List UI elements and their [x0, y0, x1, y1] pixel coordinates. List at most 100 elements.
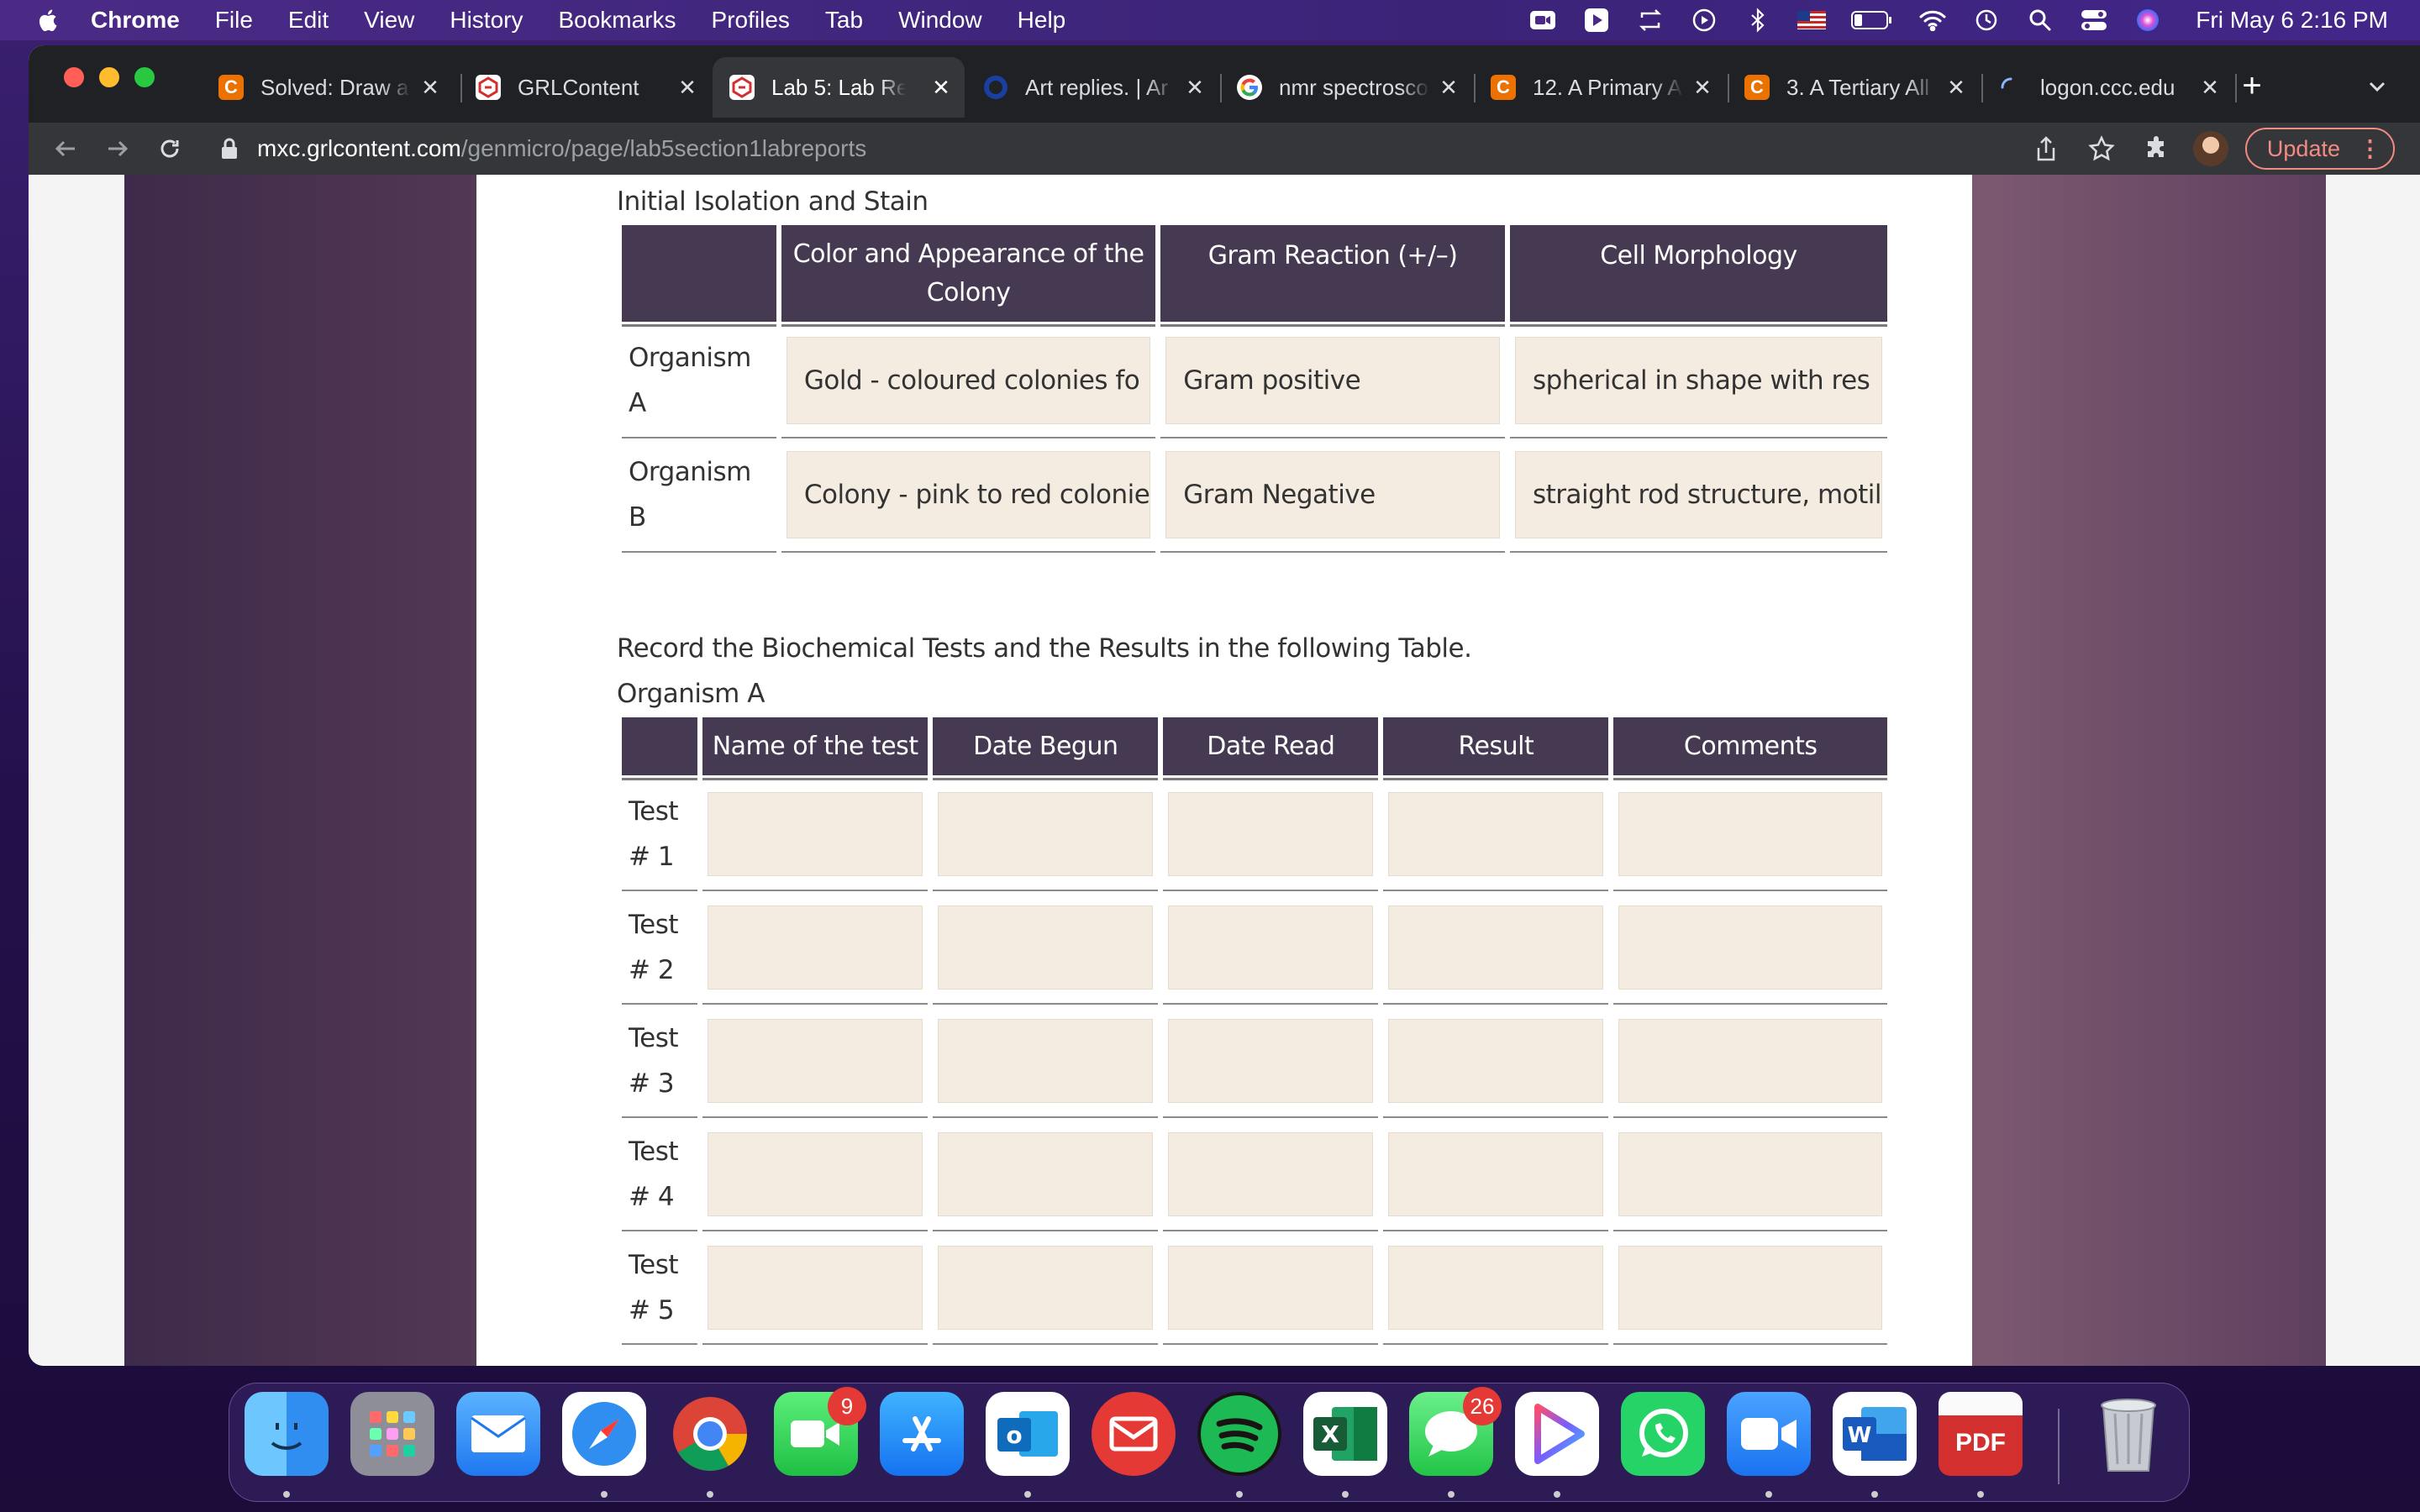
- profile-avatar[interactable]: [2192, 131, 2228, 166]
- tab-grlcontent[interactable]: GRLContent ✕: [459, 57, 711, 118]
- zoom-icon[interactable]: [1727, 1392, 1811, 1476]
- menu-window[interactable]: Window: [898, 7, 982, 34]
- close-tab-icon[interactable]: ✕: [1944, 75, 1968, 100]
- tab-search-chevron-icon[interactable]: [2365, 74, 2390, 99]
- test2-result-input[interactable]: [1388, 905, 1604, 990]
- extensions-puzzle-icon[interactable]: [2143, 134, 2171, 163]
- camera-status-icon[interactable]: [1528, 8, 1557, 32]
- apple-menu-icon[interactable]: [32, 7, 66, 34]
- battery-icon[interactable]: [1851, 8, 1893, 32]
- test4-name-input[interactable]: [708, 1131, 923, 1216]
- wifi-icon[interactable]: [1918, 8, 1947, 32]
- test1-name-input[interactable]: [708, 791, 923, 876]
- close-tab-icon[interactable]: ✕: [2198, 75, 2222, 100]
- test5-date-read-input[interactable]: [1168, 1245, 1374, 1330]
- excel-icon[interactable]: X: [1303, 1392, 1387, 1476]
- menu-profiles[interactable]: Profiles: [712, 7, 790, 34]
- launchpad-icon[interactable]: [350, 1392, 434, 1476]
- close-tab-icon[interactable]: ✕: [418, 75, 442, 100]
- test1-result-input[interactable]: [1388, 791, 1604, 876]
- minimize-window-button[interactable]: [99, 67, 119, 87]
- test4-date-read-input[interactable]: [1168, 1131, 1374, 1216]
- organism-b-gram-input[interactable]: Gram Negative: [1165, 451, 1500, 538]
- reload-button[interactable]: [155, 134, 185, 164]
- test2-date-begun-input[interactable]: [938, 905, 1154, 990]
- zoom-window-button[interactable]: [134, 67, 155, 87]
- test4-date-begun-input[interactable]: [938, 1131, 1154, 1216]
- chrome-icon[interactable]: [668, 1392, 752, 1476]
- close-tab-icon[interactable]: ✕: [1691, 75, 1714, 100]
- lock-icon[interactable]: [220, 138, 239, 160]
- close-tab-icon[interactable]: ✕: [929, 75, 953, 100]
- tab-lab5-lab-reports[interactable]: Lab 5: Lab Rep ✕: [713, 57, 965, 118]
- organism-a-gram-input[interactable]: Gram positive: [1165, 337, 1500, 424]
- menu-help[interactable]: Help: [1018, 7, 1066, 34]
- control-center-icon[interactable]: [2080, 8, 2108, 32]
- organism-b-color-input[interactable]: Colony - pink to red colonie: [786, 451, 1151, 538]
- test5-date-begun-input[interactable]: [938, 1245, 1154, 1330]
- test5-comments-input[interactable]: [1618, 1245, 1882, 1330]
- siri-icon[interactable]: [2133, 8, 2162, 32]
- address-bar[interactable]: mxc.grlcontent.com/genmicro/page/lab5sec…: [220, 126, 2069, 171]
- test4-comments-input[interactable]: [1618, 1131, 1882, 1216]
- pdf-icon[interactable]: PDF: [1939, 1392, 2023, 1476]
- menu-view[interactable]: View: [364, 7, 414, 34]
- time-machine-icon[interactable]: [1972, 8, 2001, 32]
- test3-comments-input[interactable]: [1618, 1018, 1882, 1103]
- update-button[interactable]: Update ⋮: [2244, 128, 2395, 170]
- test3-result-input[interactable]: [1388, 1018, 1604, 1103]
- test2-comments-input[interactable]: [1618, 905, 1882, 990]
- menu-tab[interactable]: Tab: [825, 7, 863, 34]
- organism-b-morphology-input[interactable]: straight rod structure, motil: [1515, 451, 1882, 538]
- test3-name-input[interactable]: [708, 1018, 923, 1103]
- outlook-icon[interactable]: o: [986, 1392, 1070, 1476]
- play-status-icon[interactable]: [1582, 8, 1611, 32]
- test5-result-input[interactable]: [1388, 1245, 1604, 1330]
- menu-clock[interactable]: Fri May 6 2:16 PM: [2196, 7, 2388, 34]
- test5-name-input[interactable]: [708, 1245, 923, 1330]
- messages-icon[interactable]: 26: [1409, 1387, 1502, 1476]
- close-tab-icon[interactable]: ✕: [676, 75, 699, 100]
- bluetooth-icon[interactable]: [1744, 8, 1772, 33]
- tab-logon-ccc[interactable]: logon.ccc.edu ✕: [1981, 57, 2233, 118]
- test3-date-read-input[interactable]: [1168, 1018, 1374, 1103]
- whatsapp-icon[interactable]: [1621, 1392, 1705, 1476]
- safari-icon[interactable]: [562, 1392, 646, 1476]
- tab-nmr-spectroscopy[interactable]: nmr spectrosco ✕: [1220, 57, 1472, 118]
- menu-bookmarks[interactable]: Bookmarks: [558, 7, 676, 34]
- mail-icon[interactable]: [456, 1392, 540, 1476]
- media-status-icon[interactable]: [1690, 8, 1718, 32]
- finder-icon[interactable]: [245, 1392, 329, 1476]
- menu-app-name[interactable]: Chrome: [91, 7, 180, 34]
- facetime-icon[interactable]: 9: [774, 1387, 866, 1476]
- test2-name-input[interactable]: [708, 905, 923, 990]
- word-icon[interactable]: W: [1833, 1392, 1917, 1476]
- spotify-icon[interactable]: [1197, 1392, 1281, 1476]
- back-button[interactable]: [50, 134, 81, 164]
- close-tab-icon[interactable]: ✕: [1437, 75, 1460, 100]
- bookmark-star-icon[interactable]: [2087, 134, 2116, 163]
- sync-status-icon[interactable]: [1636, 8, 1665, 32]
- tab-solved-draw[interactable]: C Solved: Draw a ✕: [202, 57, 454, 118]
- tab-art-replies[interactable]: Art replies. | Ar ✕: [966, 57, 1218, 118]
- menu-file[interactable]: File: [215, 7, 253, 34]
- tab-primary-alcohol[interactable]: C 12. A Primary A ✕: [1474, 57, 1726, 118]
- close-window-button[interactable]: [64, 67, 84, 87]
- organism-a-color-input[interactable]: Gold - coloured colonies fo: [786, 337, 1151, 424]
- close-tab-icon[interactable]: ✕: [1183, 75, 1207, 100]
- forward-button[interactable]: [103, 134, 133, 164]
- test2-date-read-input[interactable]: [1168, 905, 1374, 990]
- test1-date-read-input[interactable]: [1168, 791, 1374, 876]
- infuse-icon[interactable]: [1515, 1392, 1599, 1476]
- menu-edit[interactable]: Edit: [288, 7, 329, 34]
- new-tab-button[interactable]: +: [2235, 69, 2269, 102]
- test3-date-begun-input[interactable]: [938, 1018, 1154, 1103]
- app-store-icon[interactable]: [880, 1392, 964, 1476]
- test4-result-input[interactable]: [1388, 1131, 1604, 1216]
- spotlight-search-icon[interactable]: [2026, 8, 2054, 32]
- tab-tertiary-alcohol[interactable]: C 3. A Tertiary All ✕: [1728, 57, 1980, 118]
- menu-history[interactable]: History: [450, 7, 523, 34]
- trash-icon[interactable]: [2086, 1392, 2170, 1476]
- test1-comments-input[interactable]: [1618, 791, 1882, 876]
- share-icon[interactable]: [2032, 134, 2060, 163]
